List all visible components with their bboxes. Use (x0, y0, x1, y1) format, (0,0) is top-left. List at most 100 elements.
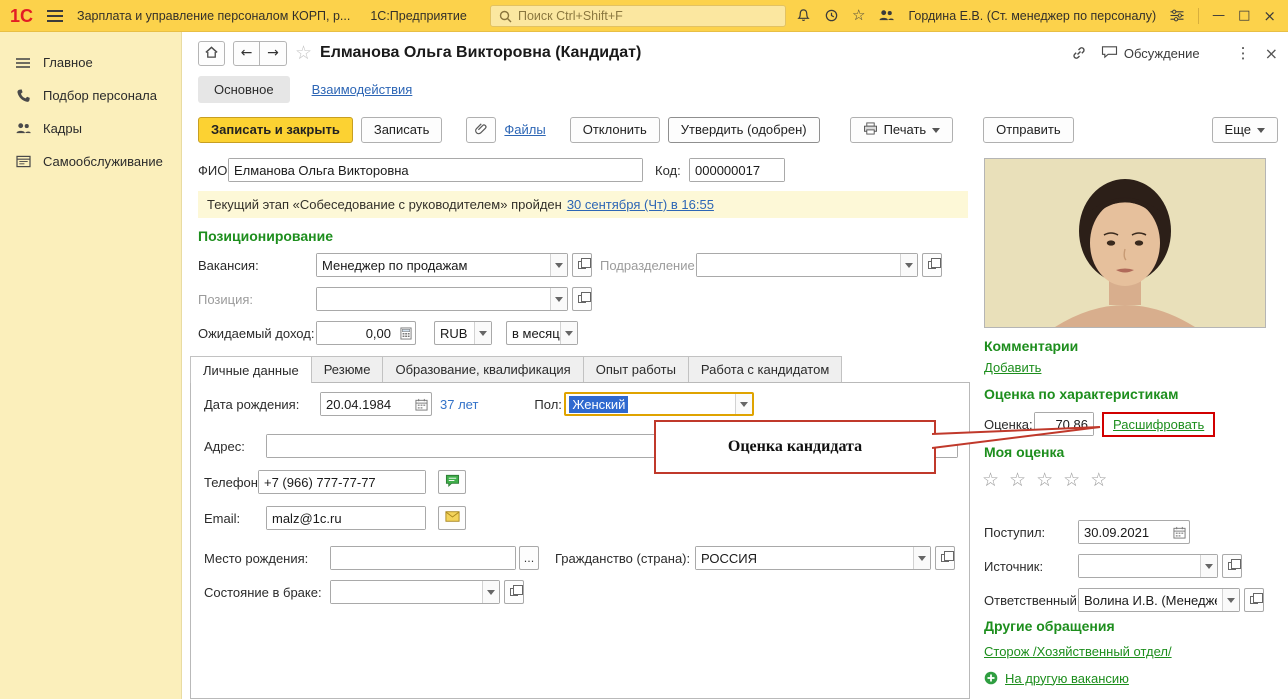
dropdown-button[interactable] (482, 581, 499, 603)
global-search-input[interactable]: Поиск Ctrl+Shift+F (490, 5, 786, 27)
expected-income-input[interactable] (317, 322, 396, 344)
dropdown-button[interactable] (735, 394, 753, 414)
more-actions-button[interactable]: Еще (1211, 116, 1278, 143)
open-button[interactable] (922, 253, 942, 277)
vacancy-label: Вакансия: (198, 257, 259, 273)
current-user[interactable]: Гордина Е.В. (Ст. менеджер по персоналу) (908, 9, 1156, 23)
stage-date-link[interactable]: 30 сентября (Чт) в 16:55 (567, 197, 714, 212)
email-input[interactable] (267, 507, 425, 529)
copy-link-icon[interactable] (1071, 45, 1087, 61)
tab-main[interactable]: Основное (198, 76, 290, 103)
rating-star-icon[interactable]: ☆ (1063, 470, 1080, 490)
department-input[interactable] (697, 254, 900, 276)
dropdown-button[interactable] (900, 254, 917, 276)
discussion-icon (1101, 45, 1118, 62)
birthdate-label: Дата рождения: (204, 396, 300, 412)
hamburger-menu-icon[interactable] (47, 9, 64, 22)
dropdown-button[interactable] (550, 288, 567, 310)
sidebar-item-selfservice[interactable]: Самообслуживание (0, 145, 181, 178)
settings-sliders-icon[interactable] (1169, 9, 1185, 22)
phone-input[interactable] (259, 471, 425, 493)
files-link[interactable]: Файлы (504, 122, 545, 137)
tab-experience[interactable]: Опыт работы (582, 356, 689, 382)
users-icon[interactable] (878, 9, 895, 22)
source-input[interactable] (1079, 555, 1200, 577)
attach-button[interactable] (466, 116, 497, 143)
close-window-button[interactable]: × (1263, 7, 1276, 25)
rating-star-icon[interactable]: ☆ (1090, 470, 1107, 490)
calculator-icon[interactable] (396, 322, 415, 344)
forward-button[interactable]: → (260, 40, 287, 66)
close-form-button[interactable]: × (1265, 44, 1278, 63)
fio-input[interactable] (229, 159, 642, 181)
marital-status-input[interactable] (331, 581, 482, 603)
reject-button[interactable]: Отклонить (569, 116, 660, 143)
responsible-input[interactable] (1079, 589, 1222, 611)
dropdown-button[interactable] (1222, 589, 1239, 611)
send-button[interactable]: Отправить (983, 116, 1074, 143)
open-button[interactable] (935, 546, 955, 570)
phone-label: Телефон: (204, 474, 262, 490)
discussion-button[interactable]: Обсуждение (1101, 45, 1200, 62)
positioning-header: Позиционирование (198, 228, 333, 244)
calendar-icon[interactable] (412, 393, 431, 415)
open-icon (1228, 559, 1241, 570)
save-close-button[interactable]: Записать и закрыть (198, 116, 353, 143)
sidebar-item-hr[interactable]: Кадры (0, 112, 181, 145)
vacancy-input[interactable] (317, 254, 550, 276)
tab-personal-data[interactable]: Личные данные (190, 356, 312, 383)
history-icon[interactable] (824, 8, 839, 23)
dropdown-button[interactable] (474, 322, 491, 344)
dropdown-button[interactable] (560, 322, 577, 344)
favorites-icon[interactable]: ☆ (852, 8, 865, 23)
decode-link[interactable]: Расшифровать (1113, 417, 1204, 432)
bell-icon[interactable] (796, 8, 811, 23)
birthdate-input[interactable] (321, 393, 412, 415)
fio-label: ФИО: (198, 162, 231, 178)
print-button[interactable]: Печать (849, 116, 954, 143)
score-input[interactable] (1035, 413, 1093, 435)
favorite-star-icon[interactable]: ☆ (295, 42, 312, 64)
tab-education[interactable]: Образование, квалификация (382, 356, 584, 382)
gender-value[interactable]: Женский (569, 395, 629, 413)
open-button[interactable] (572, 253, 592, 277)
calendar-icon[interactable] (1170, 521, 1189, 543)
add-comment-link[interactable]: Добавить (984, 360, 1041, 375)
choose-button[interactable]: ... (519, 546, 539, 570)
save-button[interactable]: Записать (360, 116, 443, 143)
back-button[interactable]: ← (233, 40, 260, 66)
received-date-input[interactable] (1079, 521, 1170, 543)
tab-interactions[interactable]: Взаимодействия (312, 82, 413, 97)
approve-button[interactable]: Утвердить (одобрен) (667, 116, 820, 143)
sidebar-item-main[interactable]: Главное (0, 46, 181, 79)
birthplace-input[interactable] (331, 547, 515, 569)
dropdown-button[interactable] (1200, 555, 1217, 577)
to-other-vacancy-link[interactable]: На другую вакансию (1005, 671, 1129, 686)
citizenship-input[interactable] (696, 547, 913, 569)
open-button[interactable] (1222, 554, 1242, 578)
home-button[interactable] (198, 40, 225, 66)
my-rating-header: Моя оценка (984, 444, 1065, 460)
position-input[interactable] (317, 288, 550, 310)
code-input[interactable] (690, 159, 784, 181)
open-button[interactable] (504, 580, 524, 604)
more-button[interactable]: ⋮ (1236, 44, 1251, 62)
print-label: Печать (883, 122, 927, 137)
sms-button[interactable] (438, 470, 466, 494)
annotation-callout: Оценка кандидата (654, 420, 936, 474)
maximize-button[interactable]: □ (1238, 8, 1250, 23)
dropdown-button[interactable] (550, 254, 567, 276)
divider (1198, 7, 1200, 24)
dropdown-button[interactable] (913, 547, 930, 569)
rating-star-icon[interactable]: ☆ (982, 470, 999, 490)
open-button[interactable] (1244, 588, 1264, 612)
tab-resume[interactable]: Резюме (310, 356, 384, 382)
rating-star-icon[interactable]: ☆ (1009, 470, 1026, 490)
send-email-button[interactable] (438, 506, 466, 530)
tab-candidate-work[interactable]: Работа с кандидатом (687, 356, 843, 382)
minimize-button[interactable]: — (1212, 8, 1225, 23)
sidebar-item-recruiting[interactable]: Подбор персонала (0, 79, 181, 112)
rating-star-icon[interactable]: ☆ (1036, 470, 1053, 490)
other-request-link[interactable]: Сторож /Хозяйственный отдел/ (984, 644, 1172, 659)
open-button[interactable] (572, 287, 592, 311)
